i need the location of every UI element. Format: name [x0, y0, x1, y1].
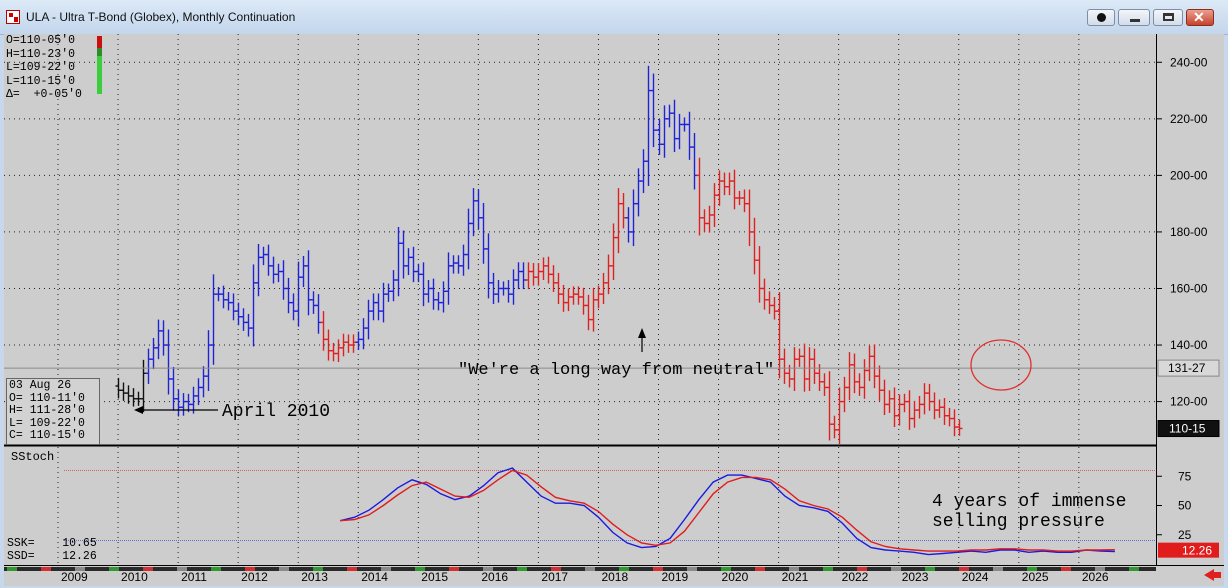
time-axis-segment [347, 567, 357, 571]
header-low: L=109-22'0 [6, 61, 76, 74]
time-axis-segment [143, 567, 153, 571]
price-tick-label: 160-00 [1170, 281, 1208, 295]
time-axis-segment [41, 567, 51, 571]
time-axis-segment [1027, 567, 1037, 571]
time-axis-segment [755, 567, 765, 571]
dot-icon [1097, 13, 1106, 22]
time-axis-segment [211, 567, 221, 571]
time-axis-segment [925, 567, 935, 571]
price-tick-label: 120-00 [1170, 395, 1208, 409]
year-tick-label: 2014 [361, 570, 388, 584]
year-tick-label: 2016 [481, 570, 508, 584]
stoch-panel-title: SStoch [11, 450, 54, 464]
time-axis-segment [619, 567, 629, 571]
year-tick-label: 2009 [61, 570, 88, 584]
year-tick-label: 2015 [421, 570, 448, 584]
price-tick-label: 180-00 [1170, 225, 1208, 239]
time-axis-segment [177, 567, 187, 571]
year-tick-label: 2021 [782, 570, 809, 584]
time-axis-segment [823, 567, 833, 571]
price-marker-label: 131-27 [1168, 361, 1206, 375]
app-icon [6, 10, 20, 24]
year-tick-label: 2025 [1022, 570, 1049, 584]
time-axis-segment [75, 567, 85, 571]
header-open: O=110-05'0 [6, 34, 76, 47]
year-tick-label: 2019 [662, 570, 689, 584]
header-last: L=110-15'0 [6, 74, 76, 88]
time-axis-segment [721, 567, 731, 571]
year-tick-label: 2012 [241, 570, 268, 584]
ssd-value: SSD= 12.26 [7, 550, 97, 563]
time-axis-segment [789, 567, 799, 571]
year-tick-label: 2018 [601, 570, 628, 584]
price-tick-label: 240-00 [1170, 55, 1208, 69]
year-tick-label: 2010 [121, 570, 148, 584]
neutral-quote-label: "We're a long way from neutral" [458, 361, 774, 380]
time-axis-segment [653, 567, 663, 571]
minimize-button[interactable] [1118, 9, 1150, 26]
stoch-tick-label: 25 [1178, 528, 1192, 542]
time-axis-strip [4, 567, 1156, 571]
header-change: Δ= +0-05'0 [6, 88, 82, 101]
minimize-icon [1130, 19, 1140, 22]
year-tick-label: 2024 [962, 570, 989, 584]
close-price-label: 110-15 [1169, 422, 1206, 436]
april-2010-label: April 2010 [222, 402, 330, 422]
time-axis-segment [959, 567, 969, 571]
time-axis-segment [245, 567, 255, 571]
header-high: H=110-23'0 [6, 47, 76, 61]
stoch-tick-label: 50 [1178, 499, 1192, 513]
year-tick-label: 2017 [541, 570, 568, 584]
price-tick-label: 200-00 [1170, 168, 1208, 182]
cursor-date: 03 Aug 26 [9, 379, 72, 392]
link-dot-button[interactable] [1087, 9, 1115, 26]
price-tick-label: 140-00 [1170, 338, 1208, 352]
cursor-ohlc-readout: 03 Aug 26 O= 110-11'0 H= 111-28'0 L= 109… [6, 378, 100, 445]
window-title: ULA - Ultra T-Bond (Globex), Monthly Con… [26, 10, 296, 24]
cursor-high: H= 111-28'0 [9, 404, 85, 417]
time-axis-segment [449, 567, 459, 571]
stoch-value-label: 12.26 [1182, 544, 1212, 558]
stoch-value-readout: SSK= 10.65 SSD= 12.26 [7, 537, 97, 563]
maximize-button[interactable] [1153, 9, 1183, 26]
price-chart[interactable]: 120-00 140-00 160-00 180-00 200-00 220-00 240-… [4, 34, 1224, 586]
time-axis-segment [1095, 567, 1105, 571]
time-axis-segment [993, 567, 1003, 571]
time-axis-segment [1129, 567, 1139, 571]
year-tick-label: 2020 [722, 570, 749, 584]
title-bar: ULA - Ultra T-Bond (Globex), Monthly Con… [0, 0, 1228, 35]
price-tick-label: 220-00 [1170, 112, 1208, 126]
close-icon: ✕ [1193, 9, 1205, 25]
stoch-tick-label: 75 [1178, 469, 1192, 483]
time-axis-segment [109, 567, 119, 571]
time-axis-segment [517, 567, 527, 571]
stoch-annotation-line2: selling pressure [932, 512, 1105, 532]
time-axis-segment [687, 567, 697, 571]
time-axis-segment [857, 567, 867, 571]
year-tick-label: 2023 [902, 570, 929, 584]
year-tick-label: 2026 [1082, 570, 1109, 584]
close-button[interactable]: ✕ [1186, 9, 1214, 26]
time-axis-segment [585, 567, 595, 571]
maximize-icon [1163, 13, 1174, 21]
time-axis-segment [7, 567, 17, 571]
time-axis-segment [381, 567, 391, 571]
time-axis-segment [313, 567, 323, 571]
ssk-value: SSK= 10.65 [7, 537, 97, 550]
chart-window: ULA - Ultra T-Bond (Globex), Monthly Con… [0, 0, 1228, 588]
time-axis-segment [1061, 567, 1071, 571]
top-readout-strip [97, 36, 102, 94]
stoch-annotation-line1: 4 years of immense [932, 492, 1126, 512]
year-tick-label: 2011 [181, 570, 207, 584]
header-ohlc-readout: O=110-05'0 H=110-23'0 L=109-22'0 L=110-1… [6, 34, 92, 102]
cursor-close: C= 110-15'0 [9, 429, 85, 442]
time-axis-segment [891, 567, 901, 571]
time-axis-segment [483, 567, 493, 571]
year-tick-label: 2013 [301, 570, 328, 584]
time-axis-segment [279, 567, 289, 571]
time-axis-segment [415, 567, 425, 571]
year-tick-label: 2022 [842, 570, 869, 584]
time-axis-segment [551, 567, 561, 571]
